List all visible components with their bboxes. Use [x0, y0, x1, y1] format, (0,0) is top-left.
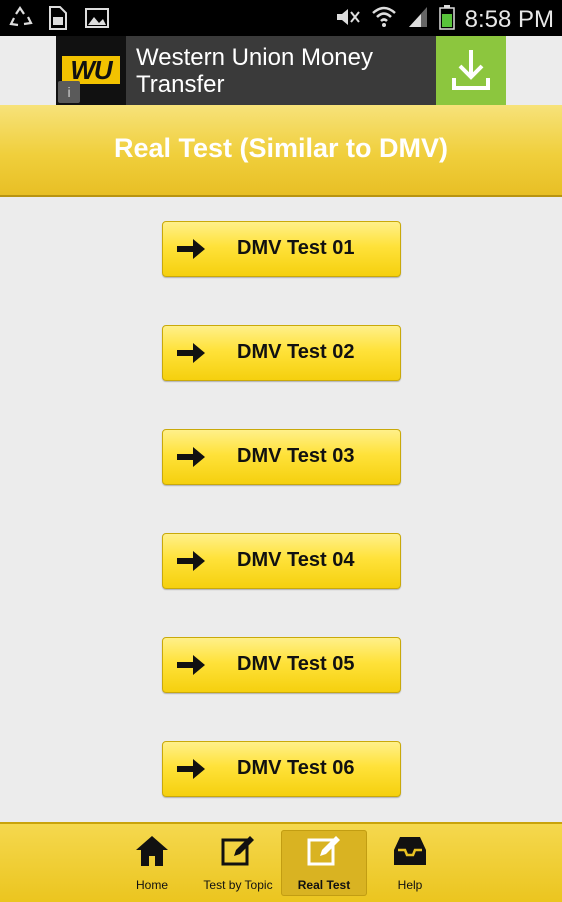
- tab-help[interactable]: Help: [370, 830, 450, 896]
- tab-label: Real Test: [297, 878, 351, 892]
- arrow-right-icon: [177, 343, 205, 363]
- page-title: Real Test (Similar to DMV): [113, 133, 449, 163]
- image-icon: [84, 5, 110, 31]
- western-union-logo: WU: [62, 56, 120, 84]
- info-icon[interactable]: i: [58, 81, 80, 103]
- test-button-03[interactable]: DMV Test 03: [162, 429, 401, 485]
- mute-icon: [335, 6, 361, 33]
- signal-icon: [407, 5, 429, 34]
- test-button-label: DMV Test 01: [237, 237, 355, 259]
- test-button-label: DMV Test 06: [237, 757, 355, 779]
- tab-label: Help: [397, 878, 423, 892]
- arrow-right-icon: [177, 551, 205, 571]
- arrow-right-icon: [177, 447, 205, 467]
- tab-test-by-topic[interactable]: Test by Topic: [193, 830, 283, 896]
- tab-label: Test by Topic: [203, 878, 273, 892]
- test-button-label: DMV Test 03: [237, 445, 355, 467]
- arrow-right-icon: [177, 759, 205, 779]
- test-button-06[interactable]: DMV Test 06: [162, 741, 401, 797]
- ad-logo: WU i: [56, 36, 126, 105]
- wifi-icon: [371, 5, 397, 34]
- status-time: 8:58 PM: [464, 5, 554, 33]
- arrow-right-icon: [177, 239, 205, 259]
- test-button-label: DMV Test 02: [237, 341, 355, 363]
- arrow-right-icon: [177, 655, 205, 675]
- ad-text: Western Union Money Transfer: [136, 44, 373, 98]
- header: Real Test (Similar to DMV): [0, 105, 562, 197]
- edit-icon: [221, 836, 254, 866]
- test-button-label: DMV Test 05: [237, 653, 355, 675]
- tab-label: Home: [135, 878, 168, 892]
- status-bar-left-icons: [8, 5, 110, 31]
- bottom-tab-bar: Home Test by Topic Real Test Help: [0, 822, 562, 902]
- recycle-icon: [8, 5, 34, 31]
- status-bar: 8:58 PM: [0, 0, 562, 36]
- download-icon: [452, 50, 490, 90]
- home-icon: [136, 836, 168, 866]
- inbox-icon: [394, 837, 426, 865]
- tab-real-test[interactable]: Real Test: [281, 830, 367, 896]
- test-button-label: DMV Test 04: [237, 549, 355, 571]
- ad-banner[interactable]: WU i Western Union Money Transfer: [56, 36, 506, 105]
- download-button[interactable]: [436, 36, 506, 105]
- status-bar-right: 8:58 PM: [335, 4, 554, 35]
- sd-card-icon: [46, 5, 72, 31]
- battery-icon: [438, 4, 455, 35]
- edit-icon: [307, 836, 340, 866]
- test-button-05[interactable]: DMV Test 05: [162, 637, 401, 693]
- tab-home[interactable]: Home: [112, 830, 192, 896]
- test-button-04[interactable]: DMV Test 04: [162, 533, 401, 589]
- test-button-02[interactable]: DMV Test 02: [162, 325, 401, 381]
- test-button-01[interactable]: DMV Test 01: [162, 221, 401, 277]
